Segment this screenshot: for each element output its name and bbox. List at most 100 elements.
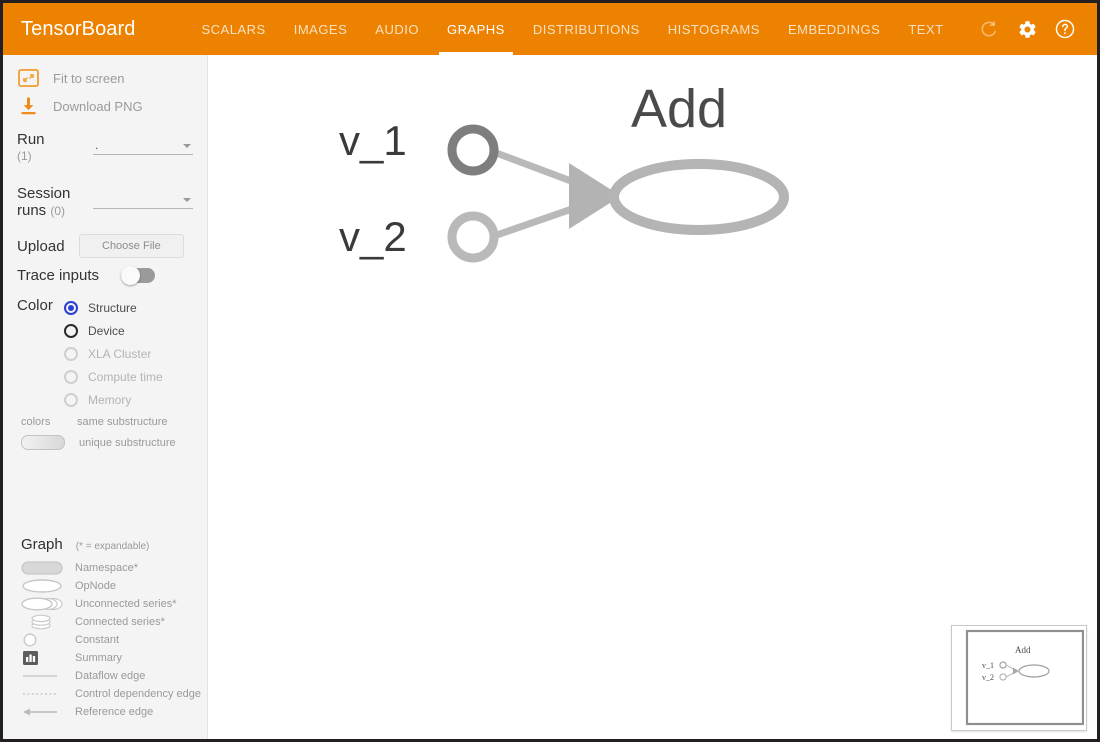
color-control-block: Color Structure Device XLA Cluster Compu…: [3, 296, 207, 411]
colors-unique-substructure-row: unique substructure: [3, 435, 207, 450]
graph-canvas[interactable]: v_1 v_2 Add Add v_1 v_2: [209, 55, 1097, 739]
graph-node-v1-label: v_1: [339, 117, 407, 164]
color-option-label: XLA Cluster: [88, 346, 152, 361]
help-icon[interactable]: [1053, 17, 1077, 41]
radio-icon: [64, 369, 78, 384]
legend-item-reference-edge: Reference edge: [3, 703, 207, 721]
opnode-icon: [21, 577, 67, 595]
namespace-icon: [21, 559, 67, 577]
color-option-xla-cluster[interactable]: XLA Cluster: [64, 342, 163, 365]
reference-edge-icon: [21, 703, 67, 721]
color-label: Color: [17, 297, 53, 314]
color-option-device[interactable]: Device: [64, 319, 163, 342]
chevron-down-icon: [183, 198, 191, 202]
app-header: TensorBoard SCALARS IMAGES AUDIO GRAPHS …: [3, 3, 1097, 55]
tab-audio[interactable]: AUDIO: [361, 3, 433, 55]
tab-embeddings[interactable]: EMBEDDINGS: [774, 3, 894, 55]
colors-same-substructure-row: colors same substructure: [3, 416, 207, 428]
toggle-knob: [121, 266, 140, 285]
radio-icon: [64, 346, 78, 361]
colors-value-label: same substructure: [77, 416, 168, 428]
run-control-row: Run (1) .: [3, 131, 207, 165]
color-option-structure[interactable]: Structure: [64, 296, 163, 319]
fit-to-screen-button[interactable]: Fit to screen: [3, 65, 207, 91]
summary-icon: [21, 649, 67, 667]
tab-distributions[interactable]: DISTRIBUTIONS: [519, 3, 654, 55]
app-brand-title: TensorBoard: [21, 17, 136, 40]
legend-item-label: Dataflow edge: [75, 670, 146, 682]
legend-header: Graph (* = expandable): [3, 536, 207, 553]
legend-item-opnode: OpNode: [3, 577, 207, 595]
tab-label: SCALARS: [201, 21, 266, 37]
legend-item-label: Constant: [75, 634, 120, 646]
legend-item-label: Connected series*: [75, 616, 165, 628]
settings-gear-icon[interactable]: [1015, 17, 1039, 41]
graph-node-add-shape: [609, 159, 789, 235]
connected-series-icon: [21, 613, 67, 631]
run-label-group: Run (1): [17, 131, 93, 165]
radio-icon: [64, 392, 78, 407]
legend-title: Graph: [21, 536, 63, 553]
minimap-node-add-label: Add: [1015, 645, 1031, 655]
legend-item-label: Summary: [75, 652, 123, 664]
trace-inputs-toggle[interactable]: [121, 266, 155, 285]
color-radio-group: Structure Device XLA Cluster Compute tim…: [64, 296, 163, 411]
color-option-memory[interactable]: Memory: [64, 388, 163, 411]
refresh-icon[interactable]: [977, 17, 1001, 41]
control-dependency-edge-icon: [21, 685, 67, 703]
minimap-node-v1-label: v_1: [982, 661, 994, 670]
choose-file-button[interactable]: Choose File: [79, 234, 184, 258]
legend-item-connected-series: Connected series*: [3, 613, 207, 631]
radio-icon: [64, 323, 78, 338]
minimap-node-v2-shape: [999, 673, 1007, 681]
graph-node-add-label: Add: [631, 79, 727, 139]
color-option-label: Device: [88, 323, 125, 338]
session-runs-label-line1: Session: [17, 185, 71, 202]
tab-label: HISTOGRAMS: [667, 21, 760, 37]
gradient-swatch-icon: [21, 435, 65, 450]
session-runs-select[interactable]: [93, 191, 193, 209]
graph-node-v2-shape: [447, 211, 499, 263]
run-select[interactable]: .: [93, 137, 193, 155]
trace-inputs-label: Trace inputs: [17, 267, 99, 284]
tab-label: TEXT: [908, 21, 944, 37]
minimap-node-v1-shape: [999, 661, 1007, 669]
run-select-value: .: [95, 138, 99, 152]
tab-images[interactable]: IMAGES: [280, 3, 362, 55]
run-label: Run: [17, 131, 45, 148]
graph-minimap[interactable]: Add v_1 v_2: [951, 625, 1087, 731]
legend-item-unconnected-series: Unconnected series*: [3, 595, 207, 613]
tab-scalars[interactable]: SCALARS: [188, 3, 280, 55]
trace-inputs-row: Trace inputs: [3, 266, 207, 285]
session-runs-label-group: Session runs (0): [17, 185, 93, 220]
legend-subtitle: (* = expandable): [75, 541, 150, 552]
tab-graphs[interactable]: GRAPHS: [433, 3, 519, 55]
header-action-group: [977, 17, 1083, 41]
session-runs-label-text: runs: [17, 202, 47, 219]
minimap-node-add-shape: [1018, 664, 1050, 678]
fit-to-screen-icon: [15, 67, 41, 89]
tab-text[interactable]: TEXT: [894, 3, 957, 55]
session-runs-label-line2: runs (0): [17, 202, 93, 220]
download-png-button[interactable]: Download PNG: [3, 93, 207, 119]
gradient-value-label: unique substructure: [79, 436, 176, 449]
color-option-label: Structure: [88, 300, 137, 315]
upload-control-row: Upload Choose File: [3, 234, 207, 258]
legend-item-summary: Summary: [3, 649, 207, 667]
legend-item-label: Control dependency edge: [75, 688, 201, 700]
main-nav-tabs: SCALARS IMAGES AUDIO GRAPHS DISTRIBUTION…: [188, 3, 958, 55]
legend-item-namespace: Namespace*: [3, 559, 207, 577]
tab-label: GRAPHS: [446, 21, 505, 37]
graph-node-add[interactable]: Add: [609, 79, 789, 235]
session-runs-control-row: Session runs (0): [3, 185, 207, 220]
graph-node-v1[interactable]: v_1: [339, 117, 499, 176]
graph-node-v1-shape: [447, 124, 499, 176]
graph-node-v2-label: v_2: [339, 213, 407, 260]
color-option-compute-time[interactable]: Compute time: [64, 365, 163, 388]
graph-node-v2[interactable]: v_2: [339, 211, 499, 263]
legend-item-label: Unconnected series*: [75, 598, 177, 610]
legend-item-dataflow-edge: Dataflow edge: [3, 667, 207, 685]
left-sidebar: Fit to screen Download PNG Run (1) . Ses…: [3, 55, 208, 739]
run-count: (1): [17, 149, 32, 163]
tab-histograms[interactable]: HISTOGRAMS: [654, 3, 774, 55]
